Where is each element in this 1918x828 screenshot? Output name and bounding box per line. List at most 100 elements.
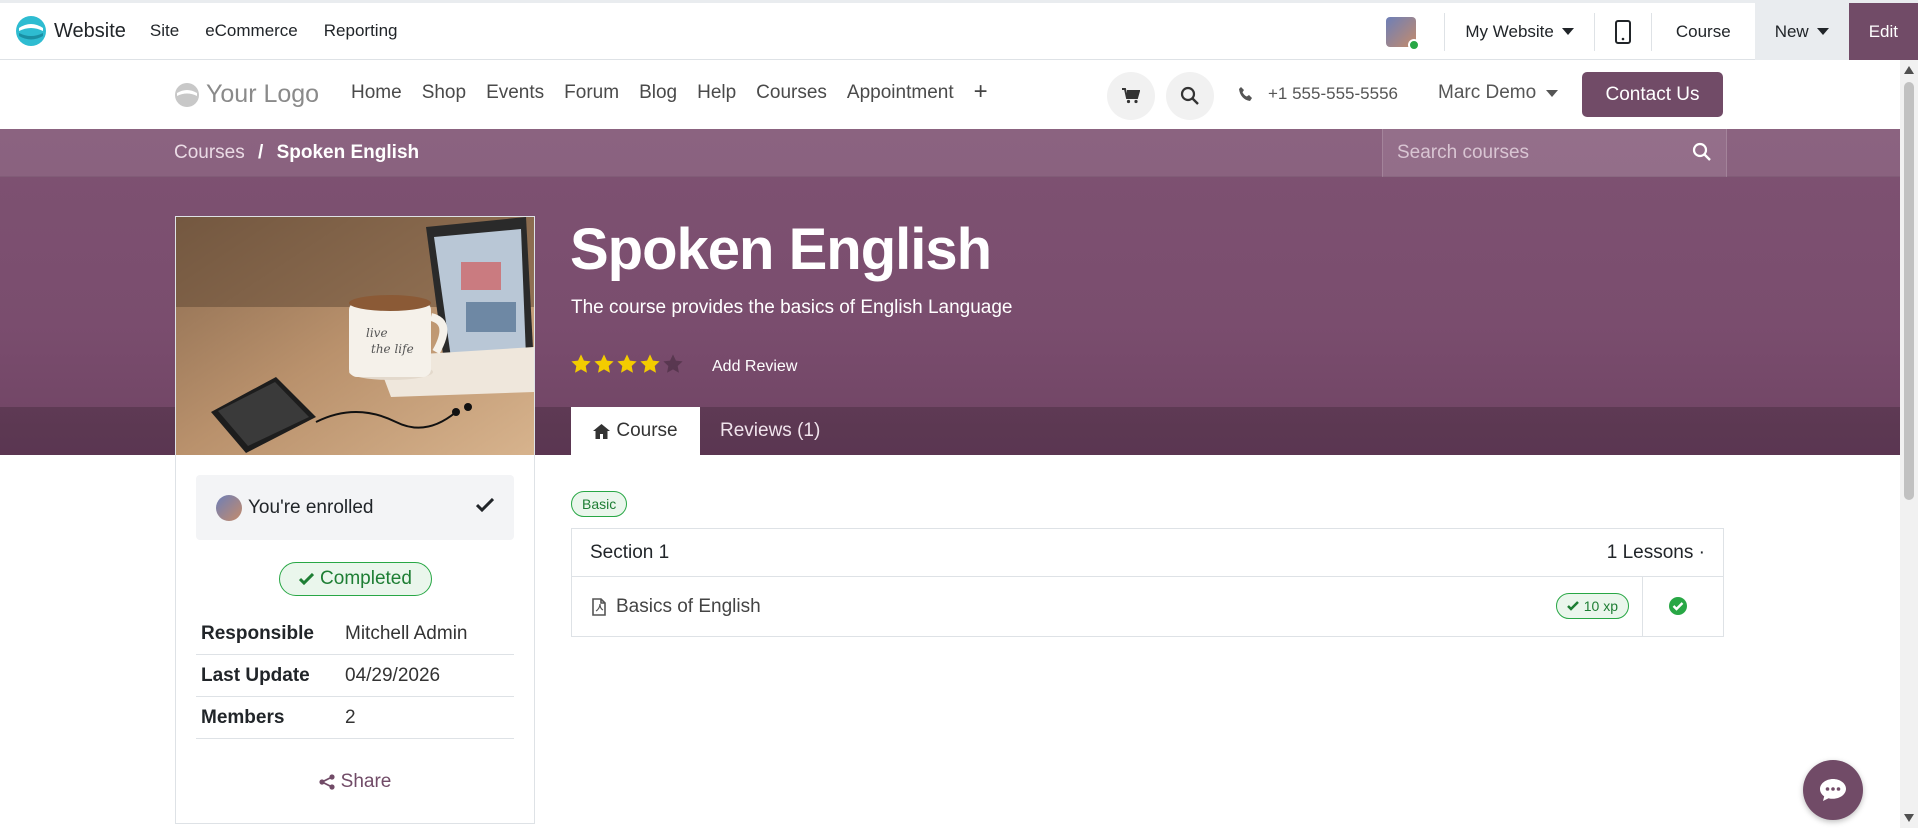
info-key: Last Update — [201, 664, 310, 686]
search-button[interactable] — [1166, 72, 1214, 120]
user-avatar[interactable] — [1386, 16, 1421, 51]
cart-button[interactable] — [1107, 72, 1155, 120]
xp-badge: 10 xp — [1555, 593, 1629, 619]
search-courses-input[interactable] — [1383, 129, 1673, 177]
nav-courses[interactable]: Courses — [756, 82, 827, 104]
star-filled-icon — [594, 354, 614, 373]
mobile-phone-icon — [1614, 19, 1631, 44]
completed-badge: Completed — [279, 562, 432, 596]
check-icon — [475, 497, 495, 517]
tag-badge[interactable]: Basic — [571, 491, 628, 517]
enrollment-status: You're enrolled — [196, 475, 514, 540]
edit-button[interactable]: Edit — [1848, 3, 1918, 60]
check-icon — [299, 573, 315, 585]
share-label: Share — [340, 771, 392, 792]
star-filled-icon — [571, 354, 591, 373]
user-menu-dropdown[interactable]: Marc Demo — [1438, 82, 1559, 104]
scroll-thumb[interactable] — [1904, 82, 1914, 500]
scroll-up-arrow-icon[interactable] — [1904, 66, 1914, 74]
course-button[interactable]: Course — [1652, 22, 1755, 42]
course-sidebar-card: live the life You're enrolled Completed … — [175, 216, 535, 824]
backend-menu: Site eCommerce Reporting — [150, 21, 398, 41]
section-header: Section 1 1 Lessons · — [572, 529, 1723, 577]
nav-shop[interactable]: Shop — [422, 82, 466, 104]
page-scrollbar[interactable] — [1900, 60, 1918, 828]
cart-icon — [1122, 88, 1140, 104]
topbar-right: My Website Course New Edit — [1386, 3, 1918, 60]
menu-site[interactable]: Site — [150, 21, 179, 41]
app-logo[interactable]: Website — [16, 16, 126, 46]
svg-text:live: live — [366, 326, 388, 340]
scroll-down-arrow-icon[interactable] — [1904, 814, 1914, 822]
livechat-button[interactable] — [1803, 760, 1863, 820]
contact-us-button[interactable]: Contact Us — [1582, 72, 1723, 117]
nav-blog[interactable]: Blog — [639, 82, 677, 104]
pdf-file-icon — [592, 597, 606, 616]
info-row-last-update: Last Update 04/29/2026 — [196, 655, 514, 697]
search-icon[interactable] — [1692, 142, 1712, 167]
info-value: Mitchell Admin — [345, 622, 468, 644]
online-status-dot — [1408, 38, 1421, 51]
home-icon — [593, 423, 611, 439]
breadcrumb-bar: Courses / Spoken English — [0, 129, 1900, 177]
phone-number: +1 555-555-5556 — [1268, 84, 1398, 103]
section-title: Section 1 — [590, 541, 670, 563]
share-icon — [319, 774, 335, 790]
menu-reporting[interactable]: Reporting — [324, 21, 398, 41]
phone-icon — [1239, 87, 1252, 101]
lesson-name: Basics of English — [616, 595, 761, 617]
tab-course-label: Course — [616, 420, 678, 441]
backend-topbar: Website Site eCommerce Reporting My Webs… — [0, 0, 1918, 60]
nav-events[interactable]: Events — [486, 82, 544, 104]
course-subtitle: The course provides the basics of Englis… — [571, 297, 1013, 318]
breadcrumb-separator: / — [258, 142, 264, 163]
breadcrumb-courses-link[interactable]: Courses — [174, 142, 245, 163]
course-section: Section 1 1 Lessons · Basics of English … — [571, 528, 1724, 637]
star-filled-icon — [640, 354, 660, 373]
mobile-preview-button[interactable] — [1595, 19, 1651, 44]
section-lesson-count: 1 Lessons · — [1606, 541, 1705, 563]
lesson-row[interactable]: Basics of English 10 xp — [572, 577, 1723, 636]
site-menu: Home Shop Events Forum Blog Help Courses… — [351, 80, 988, 104]
my-website-dropdown[interactable]: My Website — [1445, 22, 1594, 42]
course-cover-image: live the life — [176, 217, 534, 455]
nav-forum[interactable]: Forum — [564, 82, 619, 104]
share-button[interactable]: Share — [176, 771, 534, 793]
check-icon — [1566, 601, 1579, 611]
caret-down-icon — [1546, 89, 1559, 97]
caret-down-icon — [1816, 28, 1829, 35]
plus-icon[interactable]: + — [974, 80, 988, 104]
info-key: Members — [201, 706, 285, 728]
phone-link[interactable]: +1 555-555-5556 — [1238, 84, 1398, 104]
new-label: New — [1774, 21, 1809, 41]
new-dropdown-button[interactable]: New — [1754, 3, 1849, 60]
chat-bubble-icon — [1820, 779, 1846, 801]
completed-check-icon — [1668, 596, 1688, 621]
info-value: 2 — [345, 706, 356, 728]
rating-stars — [570, 353, 684, 375]
completed-label: Completed — [320, 568, 412, 589]
course-title: Spoken English — [570, 217, 992, 282]
nav-appointment[interactable]: Appointment — [847, 82, 954, 104]
svg-text:the life: the life — [371, 342, 414, 356]
info-value: 04/29/2026 — [345, 664, 441, 686]
tab-course[interactable]: Course — [571, 407, 700, 455]
nav-help[interactable]: Help — [697, 82, 736, 104]
add-review-link[interactable]: Add Review — [712, 358, 797, 376]
menu-ecommerce[interactable]: eCommerce — [205, 21, 298, 41]
course-search — [1382, 129, 1727, 177]
caret-down-icon — [1561, 28, 1574, 35]
site-logo[interactable]: Your Logo — [174, 80, 319, 109]
nav-home[interactable]: Home — [351, 82, 402, 104]
info-row-responsible: Responsible Mitchell Admin — [196, 613, 514, 655]
info-key: Responsible — [201, 622, 314, 644]
breadcrumb-current: Spoken English — [276, 142, 420, 163]
lesson-link[interactable]: Basics of English — [592, 596, 761, 618]
star-filled-icon — [617, 354, 637, 373]
user-avatar — [216, 494, 242, 521]
enrolled-label: You're enrolled — [248, 496, 374, 518]
tab-reviews[interactable]: Reviews (1) — [720, 407, 820, 455]
website-app-icon — [16, 16, 46, 46]
my-website-label: My Website — [1465, 21, 1554, 41]
user-name: Marc Demo — [1438, 82, 1537, 103]
